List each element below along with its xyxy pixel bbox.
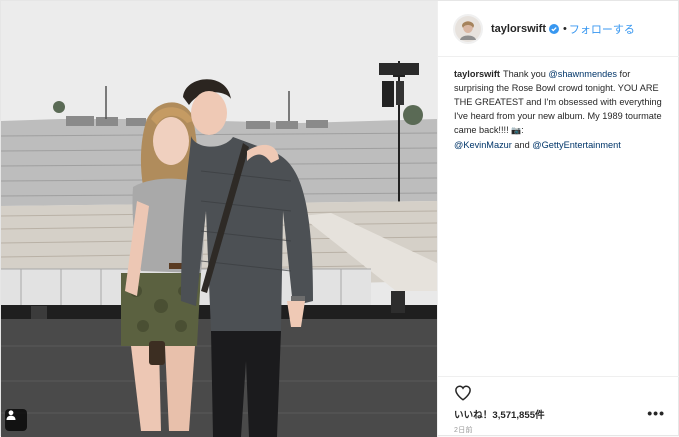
mention-shawnmendes-link[interactable]: @shawnmendes: [548, 69, 617, 79]
mention-gettyentertainment-link[interactable]: @GettyEntertainment: [532, 140, 620, 150]
more-options-icon[interactable]: •••: [647, 406, 665, 420]
camera-icon: 📷: [511, 126, 522, 135]
caption-text-4: and: [511, 140, 533, 150]
user-tag-button[interactable]: [5, 409, 27, 431]
mention-kevinmazur-link[interactable]: @KevinMazur: [454, 140, 512, 150]
stadium-photo-image: [1, 1, 437, 437]
caption-username[interactable]: taylorswift: [454, 69, 500, 79]
verified-badge-icon: [549, 23, 560, 34]
author-username[interactable]: taylorswift: [491, 23, 546, 35]
avatar-image: [455, 15, 481, 42]
user-tag-icon: [6, 410, 16, 420]
caption-text-3: :: [521, 125, 524, 135]
caption: taylorswift Thank you @shawnmendes for su…: [454, 67, 668, 152]
post-photo[interactable]: [1, 1, 437, 437]
post-timestamp[interactable]: 2日前: [454, 425, 473, 435]
separator-dot: •: [563, 22, 567, 35]
post-header: taylorswift • フォローする: [438, 1, 679, 57]
follow-button[interactable]: フォローする: [569, 21, 635, 37]
instagram-post: taylorswift • フォローする taylorswift Thank yo…: [0, 0, 679, 437]
likes-count[interactable]: いいね！3,571,855件: [454, 407, 545, 421]
heart-icon: [455, 385, 471, 401]
post-actions: いいね！3,571,855件 2日前 •••: [438, 376, 679, 437]
post-sidebar: taylorswift • フォローする taylorswift Thank yo…: [437, 1, 679, 437]
avatar[interactable]: [453, 13, 483, 44]
like-button[interactable]: [454, 384, 472, 402]
caption-text-1: Thank you: [502, 69, 549, 79]
